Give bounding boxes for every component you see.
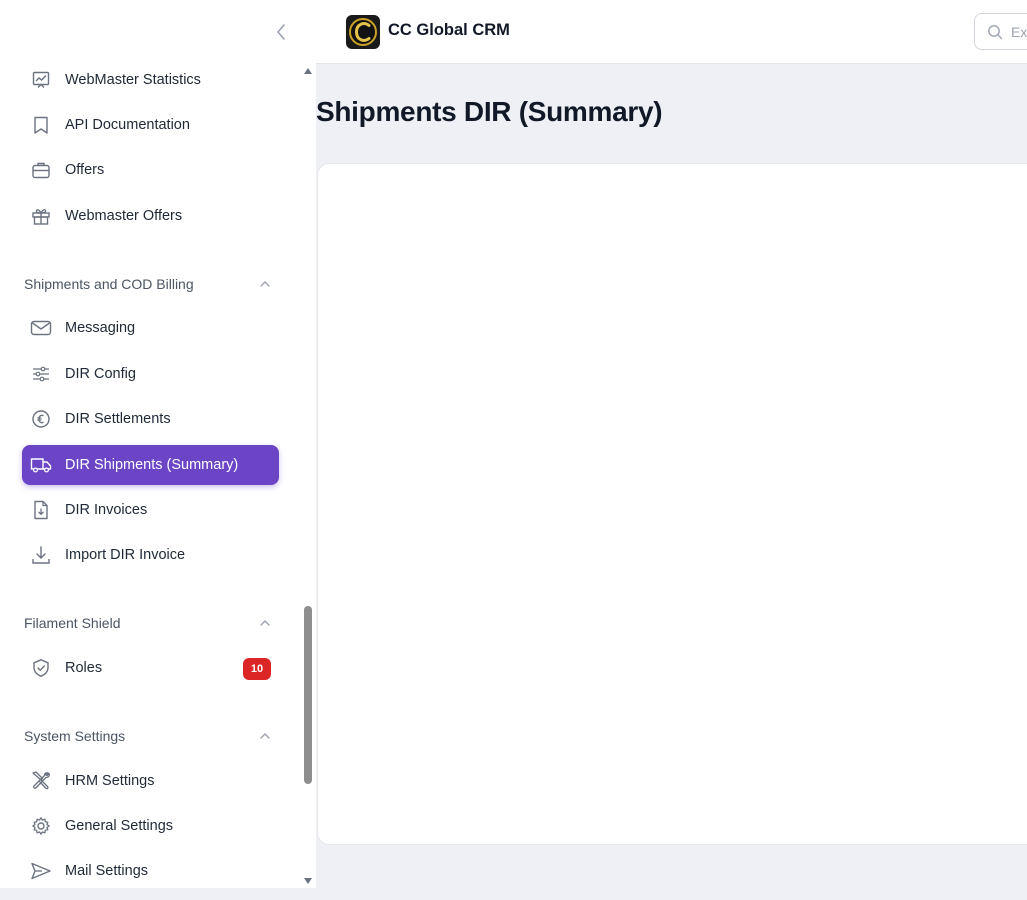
sidebar-item-label: Import DIR Invoice: [65, 547, 186, 563]
sliders-icon: [30, 363, 52, 385]
envelope-icon: [30, 317, 52, 339]
group-filament-shield[interactable]: Filament Shield: [24, 611, 279, 635]
sidebar-scrollbar[interactable]: [300, 64, 316, 888]
sidebar-item-roles[interactable]: Roles 10: [22, 648, 279, 688]
group-label: Filament Shield: [24, 615, 121, 631]
chevron-up-icon: [260, 281, 270, 287]
group-label: Shipments and COD Billing: [24, 276, 194, 292]
collapse-sidebar-button[interactable]: [268, 18, 294, 46]
group-label: System Settings: [24, 728, 126, 744]
sidebar-item-general-settings[interactable]: General Settings: [22, 806, 279, 846]
content-card: [317, 163, 1027, 845]
roles-count-badge: 10: [243, 658, 271, 680]
page-title: Shipments DIR (Summary): [316, 96, 663, 127]
sidebar-item-label: Messaging: [65, 320, 136, 336]
sidebar-item-dir-invoices[interactable]: DIR Invoices: [22, 490, 279, 530]
sidebar-item-label: API Documentation: [65, 117, 190, 133]
search-input[interactable]: [1011, 23, 1027, 40]
search-icon: [988, 24, 1003, 39]
global-search[interactable]: [974, 13, 1027, 50]
bookmark-icon: [30, 114, 52, 136]
briefcase-icon: [30, 159, 52, 181]
logo-icon: [349, 18, 377, 46]
sidebar-item-offers[interactable]: Offers: [22, 150, 279, 190]
sidebar-item-hrm-settings[interactable]: HRM Settings: [22, 761, 279, 801]
sidebar-item-label: Offers: [65, 162, 105, 178]
sidebar-item-dir-settlements[interactable]: DIR Settlements: [22, 399, 279, 439]
sidebar-item-label: HRM Settings: [65, 773, 155, 789]
sidebar-item-messaging[interactable]: Messaging: [22, 308, 279, 348]
sidebar-item-label: Mail Settings: [65, 863, 149, 879]
topbar: CC Global CRM: [316, 0, 1027, 64]
download-icon: [30, 544, 52, 566]
sidebar-item-webmaster-statistics[interactable]: WebMaster Statistics: [22, 64, 279, 100]
chevron-left-icon: [277, 24, 285, 40]
chart-icon: [30, 69, 52, 91]
paper-airplane-icon: [30, 860, 52, 882]
sidebar: WebMaster Statistics API Documentation O…: [0, 0, 316, 888]
scroll-down-icon[interactable]: [304, 878, 312, 884]
sidebar-item-label: DIR Invoices: [65, 502, 148, 518]
sidebar-item-mail-settings[interactable]: Mail Settings: [22, 851, 279, 888]
document-download-icon: [30, 499, 52, 521]
scroll-up-icon[interactable]: [304, 68, 312, 74]
sidebar-item-label: DIR Settlements: [65, 411, 171, 427]
sidebar-item-dir-shipments-summary[interactable]: DIR Shipments (Summary): [22, 445, 279, 485]
sidebar-item-label: General Settings: [65, 818, 174, 834]
group-shipments-cod-billing[interactable]: Shipments and COD Billing: [24, 272, 279, 296]
sidebar-item-label: WebMaster Statistics: [65, 72, 201, 88]
sidebar-item-label: Roles: [65, 660, 103, 676]
sidebar-item-import-dir-invoice[interactable]: Import DIR Invoice: [22, 535, 279, 575]
scrollbar-thumb[interactable]: [304, 606, 312, 784]
sidebar-item-dir-config[interactable]: DIR Config: [22, 354, 279, 394]
shield-check-icon: [30, 657, 52, 679]
sidebar-item-label: DIR Shipments (Summary): [65, 457, 239, 473]
sidebar-item-label: Webmaster Offers: [65, 208, 183, 224]
brand-name: CC Global CRM: [388, 21, 510, 39]
group-system-settings[interactable]: System Settings: [24, 724, 279, 748]
chevron-up-icon: [260, 733, 270, 739]
sidebar-item-label: DIR Config: [65, 366, 136, 382]
chevron-up-icon: [260, 620, 270, 626]
sidebar-header: [0, 0, 316, 64]
sidebar-item-webmaster-offers[interactable]: Webmaster Offers: [22, 196, 279, 236]
cog-icon: [30, 815, 52, 837]
sidebar-item-api-documentation[interactable]: API Documentation: [22, 105, 279, 145]
euro-icon: [30, 408, 52, 430]
sidebar-nav: WebMaster Statistics API Documentation O…: [0, 64, 300, 888]
gift-icon: [30, 205, 52, 227]
wrench-screwdriver-icon: [30, 770, 52, 792]
truck-icon: [30, 454, 52, 476]
brand-logo[interactable]: [346, 15, 380, 49]
